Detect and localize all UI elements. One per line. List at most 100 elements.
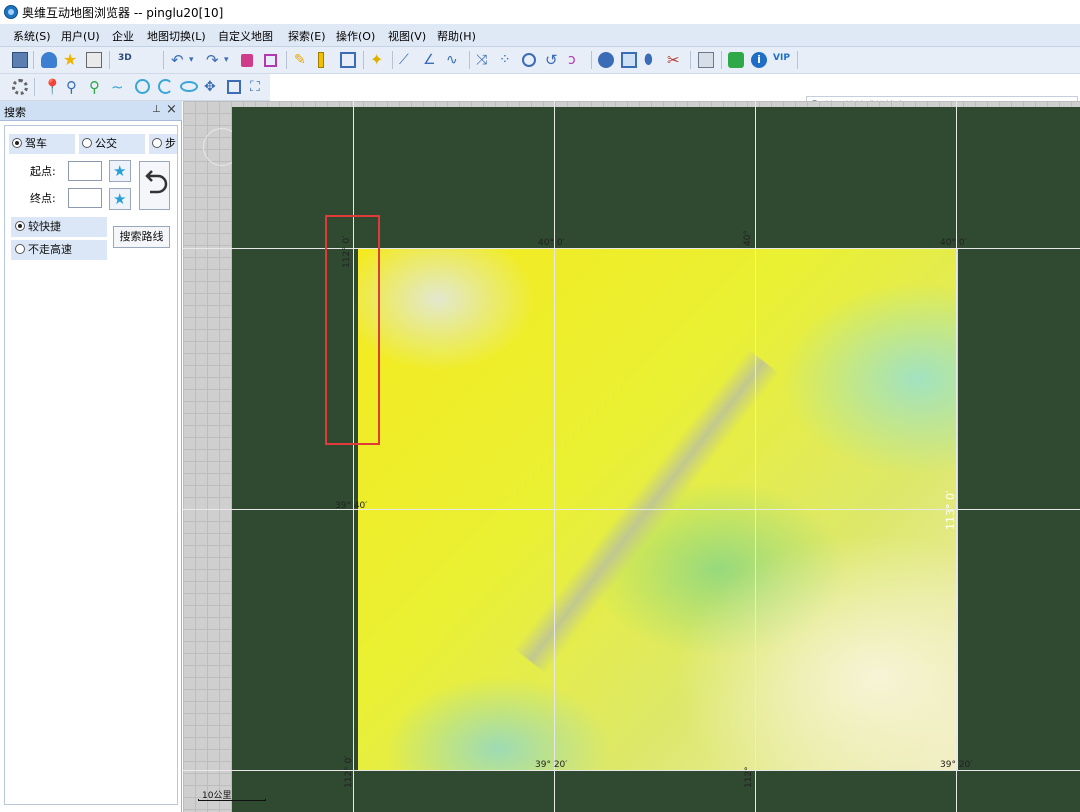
title-bar: 奥维互动地图浏览器 -- pinglu20[10] [0,0,1080,24]
redo-dropdown-icon[interactable]: ▾ [224,52,240,68]
pin-blue-icon[interactable]: ⚲ [66,79,82,95]
arc-draw-icon[interactable] [158,79,173,94]
delete-icon[interactable] [241,54,253,67]
tab-drive-label: 驾车 [25,137,47,150]
end-favorite-button[interactable]: ★ [109,188,131,210]
star-icon: ★ [113,162,127,180]
tab-walk[interactable]: 步 [149,134,177,154]
main-toolbar: ★ 3D ↶ ▾ ↷ ▾ ✎ ✦ ⟋ ∠ ∿ ⤨ ⁘ ↺ ↄ ⬮ ✂ i VIP [0,47,1080,117]
ruler-icon[interactable] [318,52,324,68]
pin-green-icon[interactable]: ⚲ [89,79,105,95]
expand-icon[interactable]: ⛶ [250,79,266,95]
image-icon[interactable] [621,52,637,68]
grid-line [353,101,354,812]
return-arrow-icon [145,170,168,194]
start-favorite-button[interactable]: ★ [109,160,131,182]
panel-header: 搜索 ⊥ × [0,101,182,121]
favorite-star-icon[interactable]: ★ [63,52,79,68]
swap-endpoints-button[interactable] [139,161,170,210]
wave-line-icon[interactable]: ∼ [111,79,127,95]
settings-gear-icon[interactable] [12,79,28,95]
pencil-icon[interactable]: ✎ [294,52,310,68]
track-icon[interactable]: ⤨ [476,52,492,68]
frame-icon[interactable] [340,52,356,68]
menu-custom-map[interactable]: 自定义地图 [218,28,273,44]
search-panel: 搜索 ⊥ × 驾车 公交 步 起点: ★ 终点: ★ 较快捷 不走高速 搜索路线 [0,101,182,812]
highlight-annotation-box [325,215,380,445]
curve-icon[interactable]: ∿ [446,52,462,68]
radio-drive[interactable] [12,138,22,148]
grid-line [183,248,1080,249]
coord-label-bottom-center: 112° [744,766,754,788]
3d-button[interactable]: 3D [118,53,132,63]
lasso-icon[interactable]: ↄ [568,52,584,68]
option-no-highway[interactable]: 不走高速 [11,240,107,260]
close-panel-icon[interactable]: × [166,102,177,117]
end-label: 终点: [30,192,56,205]
star-icon: ★ [113,190,127,208]
undo-icon[interactable]: ↶ [171,52,187,68]
globe-icon[interactable] [598,52,614,68]
coord-label-bottom-left: 112° 0′ [344,755,354,788]
grid-line [183,770,1080,771]
circle-draw-icon[interactable] [135,79,150,94]
scissors-icon[interactable]: ✂ [667,52,683,68]
option-fastest[interactable]: 较快捷 [11,217,107,237]
user-icon[interactable] [41,52,57,68]
dots-icon[interactable]: ⁘ [499,52,515,68]
spark-star-icon[interactable]: ✦ [370,52,386,68]
menu-map-switch[interactable]: 地图切换(L) [147,28,206,44]
radio-no-highway[interactable] [15,244,25,254]
menu-explore[interactable]: 探索(E) [288,28,326,44]
coord-label-bottom-mid: 39° 20′ [535,760,568,770]
end-point-field[interactable] [68,188,102,208]
circle-tool-icon[interactable] [522,53,536,67]
menu-view[interactable]: 视图(V) [388,28,426,44]
scale-line [198,799,266,801]
ellipse-icon[interactable] [180,81,198,92]
arc-icon[interactable]: ↺ [545,52,561,68]
move-icon[interactable]: ✥ [204,79,220,95]
tab-transit-label: 公交 [95,137,117,150]
polyline-icon[interactable]: ⟋ [399,52,415,68]
menu-help[interactable]: 帮助(H) [437,28,476,44]
redo-icon[interactable]: ↷ [206,52,222,68]
radio-walk[interactable] [152,138,162,148]
coord-label-left-mid: 39° 40′ [335,501,368,511]
tab-transit[interactable]: 公交 [79,134,145,154]
radio-fastest[interactable] [15,221,25,231]
panel-title: 搜索 [4,106,26,119]
undo-dropdown-icon[interactable]: ▾ [189,52,205,68]
building-icon[interactable] [698,52,714,68]
search-route-button[interactable]: 搜索路线 [113,226,170,248]
start-label: 起点: [30,165,56,178]
vip-button[interactable]: VIP [773,53,790,63]
coord-label-bottom-right: 39° 20′ [940,760,973,770]
pin-panel-icon[interactable]: ⊥ [152,104,161,115]
panel-body: 驾车 公交 步 起点: ★ 终点: ★ 较快捷 不走高速 搜索路线 [4,125,178,805]
map-scale-bar: 10公里 [198,788,268,801]
menu-user[interactable]: 用户(U) [61,28,100,44]
menu-enterprise[interactable]: 企业 [112,28,134,44]
grid-line [554,101,555,812]
pin-yellow-icon[interactable]: 📍 [43,79,62,95]
tab-walk-label: 步 [165,137,176,150]
grid-line [755,101,756,812]
select-rect-icon[interactable] [264,54,277,67]
menu-system[interactable]: 系统(S) [13,28,51,44]
chat-icon[interactable] [728,52,744,68]
rectangle-icon[interactable] [227,80,241,94]
window-title: 奥维互动地图浏览器 -- pinglu20[10] [22,6,224,20]
menu-operate[interactable]: 操作(O) [336,28,375,44]
coord-label-top-mid: 40° [743,230,753,246]
coord-label-top-right: 40° 0′ [940,238,967,248]
start-point-field[interactable] [68,161,102,181]
angle-icon[interactable]: ∠ [423,52,439,68]
info-icon[interactable]: i [751,52,767,68]
radio-transit[interactable] [82,138,92,148]
grid-line [956,101,957,812]
tab-drive[interactable]: 驾车 [9,134,75,154]
save-icon[interactable] [12,52,28,68]
tag-icon[interactable]: ⬮ [644,52,660,68]
grid-icon[interactable] [86,52,102,68]
